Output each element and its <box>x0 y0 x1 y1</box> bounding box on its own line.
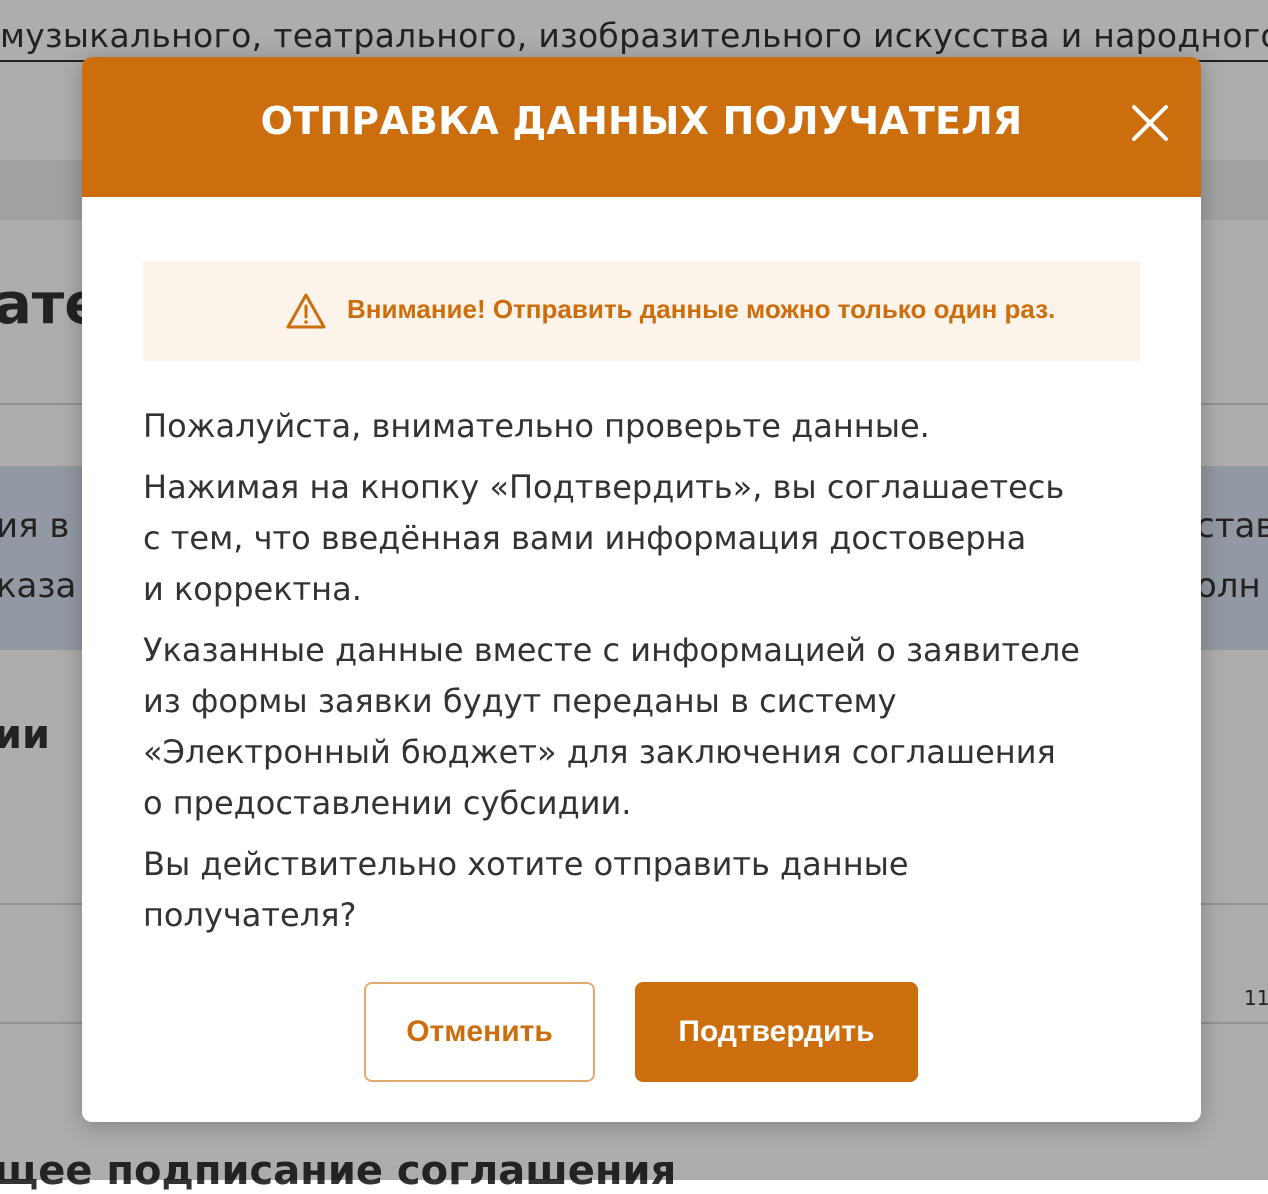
agreement-paragraph: Нажимая на кнопку «Подтвердить», вы согл… <box>143 462 1153 615</box>
body-text-line: и корректна. <box>143 570 362 608</box>
dialog-header: ОТПРАВКА ДАННЫХ ПОЛУЧАТЕЛЯ <box>82 57 1201 197</box>
body-text-line: получателя? <box>143 896 357 934</box>
body-text-line: Нажимая на кнопку «Подтвердить», вы согл… <box>143 468 1065 506</box>
close-button[interactable] <box>1128 101 1172 145</box>
warning-triangle-icon <box>286 293 326 329</box>
body-text-line: «Электронный бюджет» для заключения согл… <box>143 733 1056 771</box>
close-icon <box>1132 105 1168 141</box>
dialog-body: Пожалуйста, внимательно проверьте данные… <box>143 401 1153 951</box>
body-text-line: Указанные данные вместе с информацией о … <box>143 631 1080 669</box>
confirm-button[interactable]: Подтвердить <box>635 982 918 1082</box>
instruction-paragraph: Пожалуйста, внимательно проверьте данные… <box>143 401 1153 452</box>
dialog-title: ОТПРАВКА ДАННЫХ ПОЛУЧАТЕЛЯ <box>260 99 1023 143</box>
transfer-paragraph: Указанные данные вместе с информацией о … <box>143 625 1153 829</box>
warning-alert: Внимание! Отправить данные можно только … <box>143 261 1140 361</box>
cancel-button[interactable]: Отменить <box>364 982 595 1082</box>
send-recipient-data-dialog: ОТПРАВКА ДАННЫХ ПОЛУЧАТЕЛЯ Внимание! Отп… <box>82 57 1201 1122</box>
question-paragraph: Вы действительно хотите отправить данные… <box>143 839 1153 941</box>
body-text-line: из формы заявки будут переданы в систему <box>143 682 897 720</box>
body-text-line: Пожалуйста, внимательно проверьте данные… <box>143 407 930 445</box>
body-text-line: с тем, что введённая вами информация дос… <box>143 519 1027 557</box>
body-text-line: Вы действительно хотите отправить данные <box>143 845 909 883</box>
body-text-line: о предоставлении субсидии. <box>143 784 632 822</box>
warning-text: Внимание! Отправить данные можно только … <box>347 294 1056 324</box>
